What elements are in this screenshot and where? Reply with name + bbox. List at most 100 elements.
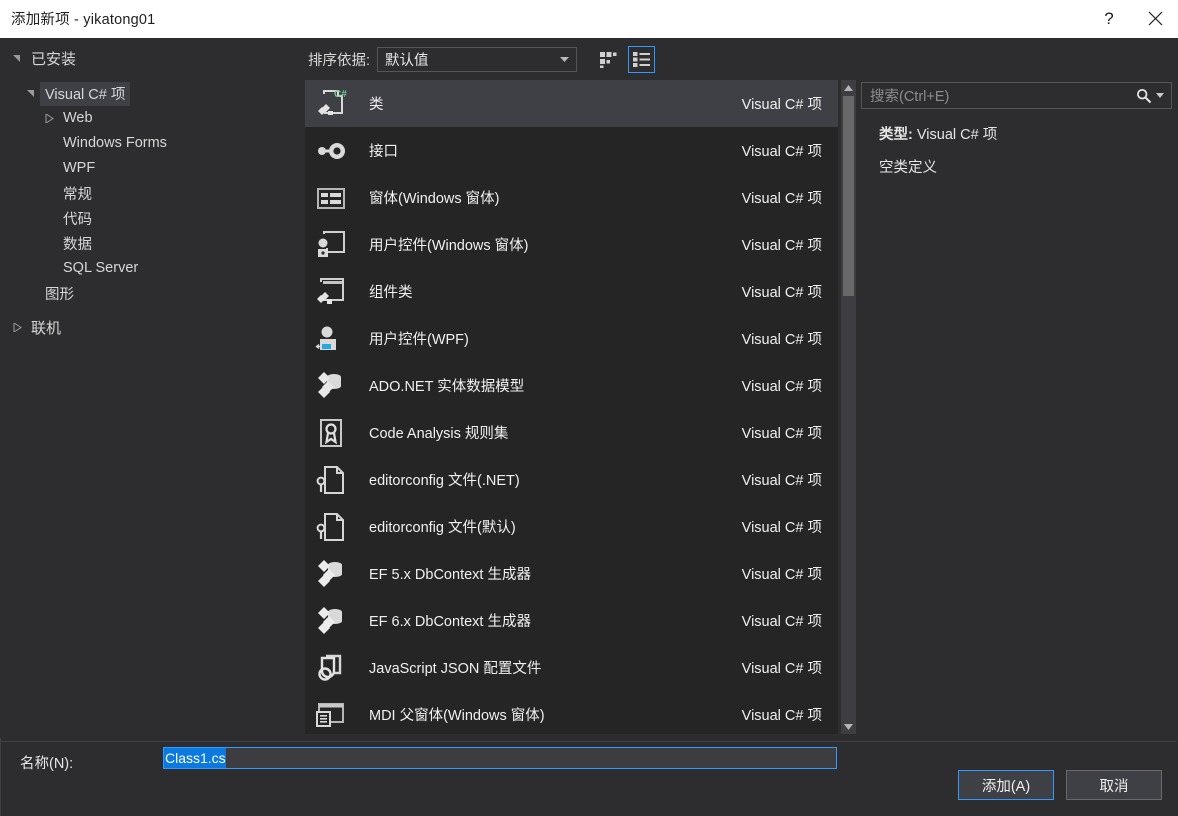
sidebar-item-online[interactable]: 联机	[0, 315, 300, 340]
no-arrow-placeholder	[40, 131, 58, 156]
list-item[interactable]: JavaScript JSON 配置文件 Visual C# 项	[305, 644, 838, 691]
usercontrol-winform-icon	[313, 227, 349, 263]
add-button[interactable]: 添加(A)	[958, 770, 1054, 800]
template-list-scrollbar[interactable]	[841, 80, 856, 734]
no-arrow-placeholder	[40, 231, 58, 256]
list-view-icon	[633, 51, 651, 67]
dialog-body: 已安装 Visual C# 项 Web Windows Forms WPF 常规	[0, 38, 1178, 816]
list-item-kind: Visual C# 项	[741, 332, 822, 348]
list-item-kind: Visual C# 项	[741, 144, 822, 160]
tree-node-installed[interactable]: 已安装	[0, 46, 300, 71]
dialog-buttons: 添加(A) 取消	[958, 770, 1162, 800]
list-item-name: EF 6.x DbContext 生成器	[369, 614, 531, 630]
list-item[interactable]: MDI 父窗体(Windows 窗体) Visual C# 项	[305, 691, 838, 734]
chevron-down-icon[interactable]	[1156, 93, 1164, 98]
sidebar-item-sql-server[interactable]: SQL Server	[0, 256, 300, 281]
list-item-kind: Visual C# 项	[741, 97, 822, 113]
details-pane: 搜索(Ctrl+E) 类型: Visual C# 项 空类定义	[856, 38, 1178, 738]
tree-gap	[0, 71, 300, 81]
scroll-up-icon	[844, 84, 853, 91]
list-item-kind: Visual C# 项	[741, 238, 822, 254]
ado-net-model-icon	[313, 368, 349, 404]
cancel-button[interactable]: 取消	[1066, 770, 1162, 800]
list-item[interactable]: 窗体(Windows 窗体) Visual C# 项	[305, 174, 838, 221]
scrollbar-thumb[interactable]	[843, 96, 854, 296]
tree-gap	[0, 306, 300, 315]
sidebar-item-general[interactable]: 常规	[0, 181, 300, 206]
sort-by-dropdown[interactable]: 默认值	[377, 46, 578, 72]
list-item[interactable]: 接口 Visual C# 项	[305, 127, 838, 174]
close-button[interactable]	[1132, 0, 1178, 38]
list-item[interactable]: EF 6.x DbContext 生成器 Visual C# 项	[305, 597, 838, 644]
installed-tree-pane: 已安装 Visual C# 项 Web Windows Forms WPF 常规	[0, 38, 300, 738]
detail-description: 空类定义	[879, 160, 937, 176]
name-label: 名称(N):	[20, 756, 74, 772]
ef-dbcontext-icon	[313, 603, 349, 639]
name-input-value: Class1.cs	[164, 748, 226, 768]
cancel-button-label: 取消	[1099, 778, 1129, 795]
list-item[interactable]: C# 类 Visual C# 项	[305, 80, 838, 127]
search-placeholder: 搜索(Ctrl+E)	[870, 89, 950, 105]
tree-node-label: SQL Server	[63, 260, 139, 276]
list-item-name: Code Analysis 规则集	[369, 426, 509, 442]
expanded-arrow-icon	[22, 81, 40, 106]
tree-node-label: Visual C# 项	[40, 81, 131, 106]
search-input[interactable]: 搜索(Ctrl+E)	[861, 82, 1172, 109]
list-item[interactable]: EF 5.x DbContext 生成器 Visual C# 项	[305, 550, 838, 597]
grid-view-icon	[600, 51, 617, 68]
tree-node-label: Web	[63, 110, 93, 126]
list-item-name: 窗体(Windows 窗体)	[369, 191, 500, 207]
dialog-title: 添加新项 - yikatong01	[11, 12, 156, 28]
no-arrow-placeholder	[40, 181, 58, 206]
list-view-button[interactable]	[628, 45, 656, 73]
list-item-kind: Visual C# 项	[741, 379, 822, 395]
scroll-down-button[interactable]	[841, 719, 856, 734]
list-item-kind: Visual C# 项	[741, 285, 822, 301]
tree-node-label: 数据	[63, 236, 92, 253]
list-item[interactable]: editorconfig 文件(默认) Visual C# 项	[305, 503, 838, 550]
grid-view-button[interactable]	[595, 46, 622, 73]
list-item[interactable]: 用户控件(Windows 窗体) Visual C# 项	[305, 221, 838, 268]
tree-node-label: Windows Forms	[63, 135, 167, 151]
list-item-kind: Visual C# 项	[741, 708, 822, 724]
usercontrol-wpf-icon	[313, 321, 349, 357]
list-item-kind: Visual C# 项	[741, 614, 822, 630]
list-item[interactable]: Code Analysis 规则集 Visual C# 项	[305, 409, 838, 456]
template-details: 类型: Visual C# 项 空类定义	[861, 123, 1172, 189]
class-icon: C#	[313, 86, 349, 122]
sort-by-label: 排序依据:	[308, 52, 371, 69]
sidebar-item-data[interactable]: 数据	[0, 231, 300, 256]
sidebar-item-code[interactable]: 代码	[0, 206, 300, 231]
list-item[interactable]: editorconfig 文件(.NET) Visual C# 项	[305, 456, 838, 503]
winform-icon	[313, 180, 349, 216]
json-file-icon	[313, 650, 349, 686]
help-button[interactable]: ?	[1086, 0, 1132, 38]
tree-node-label: 代码	[63, 211, 92, 228]
sidebar-item-wpf[interactable]: WPF	[0, 156, 300, 181]
sidebar-item-visual-csharp[interactable]: Visual C# 项	[0, 81, 300, 106]
scroll-down-icon	[844, 723, 853, 730]
list-item-kind: Visual C# 项	[741, 473, 822, 489]
no-arrow-placeholder	[40, 156, 58, 181]
sort-toolbar: 排序依据: 默认值	[300, 38, 856, 80]
list-item[interactable]: ADO.NET 实体数据模型 Visual C# 项	[305, 362, 838, 409]
list-item[interactable]: 用户控件(WPF) Visual C# 项	[305, 315, 838, 362]
list-item-name: 组件类	[369, 285, 413, 301]
component-class-icon	[313, 274, 349, 310]
list-item-kind: Visual C# 项	[741, 191, 822, 207]
list-item-kind: Visual C# 项	[741, 661, 822, 677]
list-item-kind: Visual C# 项	[741, 520, 822, 536]
list-item[interactable]: 组件类 Visual C# 项	[305, 268, 838, 315]
collapsed-arrow-icon	[40, 106, 58, 131]
sidebar-item-web[interactable]: Web	[0, 106, 300, 131]
detail-type-value: Visual C# 项	[916, 127, 998, 143]
sidebar-item-graphics[interactable]: 图形	[0, 281, 300, 306]
no-arrow-placeholder	[40, 256, 58, 281]
template-list[interactable]: C# 类 Visual C# 项 接口 Visual C# 项 窗体(Windo…	[305, 80, 838, 734]
scroll-up-button[interactable]	[841, 80, 856, 95]
mdi-parent-form-icon	[313, 697, 349, 733]
name-input[interactable]: Class1.cs	[163, 747, 837, 769]
sidebar-item-windows-forms[interactable]: Windows Forms	[0, 131, 300, 156]
list-item-name: MDI 父窗体(Windows 窗体)	[369, 708, 545, 724]
no-arrow-placeholder	[40, 206, 58, 231]
